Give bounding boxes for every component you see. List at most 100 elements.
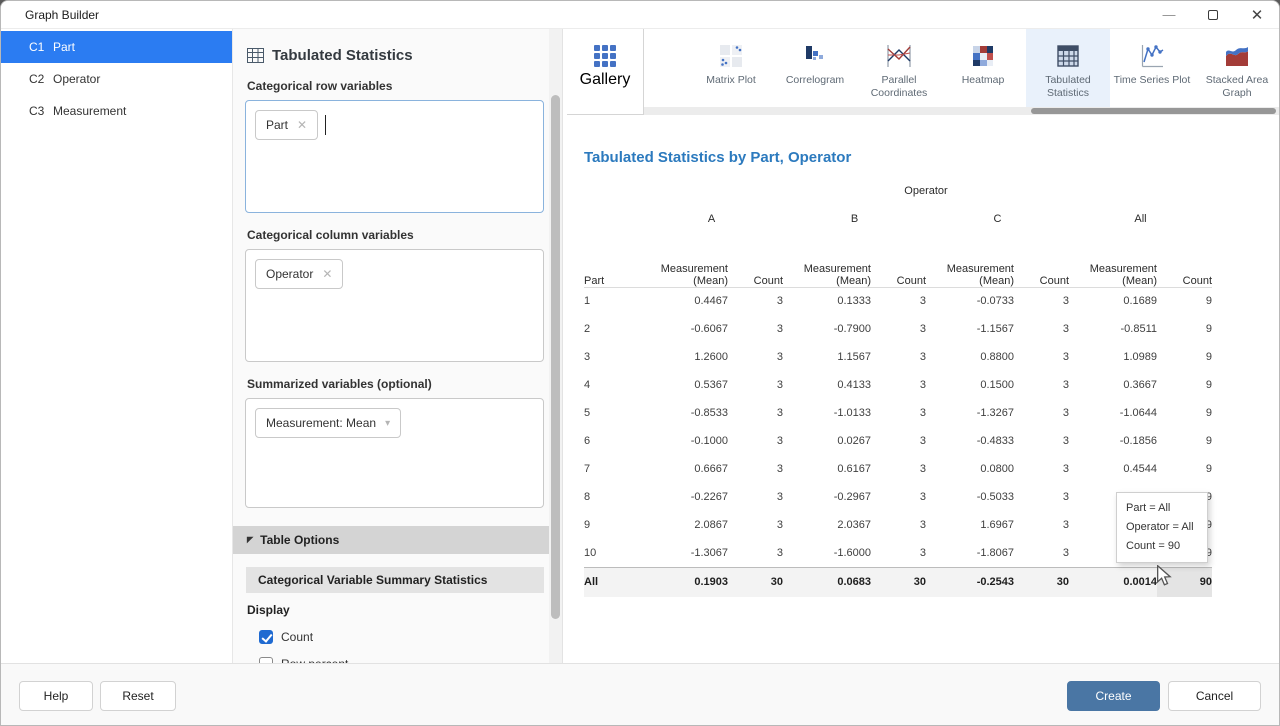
value-cell[interactable]: 9 [1157,287,1212,315]
row-label-cell[interactable]: All [584,567,640,597]
value-cell[interactable]: -1.0133 [783,399,871,427]
row-label-cell[interactable]: 3 [584,343,640,371]
row-label-cell[interactable]: 4 [584,371,640,399]
value-cell[interactable]: 3 [871,371,926,399]
value-cell[interactable]: 0.0014 [1069,567,1157,597]
row-label-cell[interactable]: 5 [584,399,640,427]
value-cell[interactable]: 9 [1157,343,1212,371]
value-cell[interactable]: -1.0644 [1069,399,1157,427]
value-cell[interactable]: 3 [728,483,783,511]
value-cell[interactable]: -0.7900 [783,315,871,343]
row-label-cell[interactable]: 9 [584,511,640,539]
summarized-variables-input[interactable]: Measurement: Mean ▾ [245,398,544,508]
value-cell[interactable]: 3 [1014,511,1069,539]
variable-chip-part[interactable]: Part ✕ [255,110,318,140]
value-cell[interactable]: 3 [1014,287,1069,315]
value-cell[interactable]: 0.1500 [926,371,1014,399]
value-cell[interactable]: -1.3267 [926,399,1014,427]
value-cell[interactable]: 0.4133 [783,371,871,399]
value-cell[interactable]: -0.6067 [640,315,728,343]
row-variables-input[interactable]: Part ✕ [245,100,544,213]
help-button[interactable]: Help [19,681,93,711]
row-label-cell[interactable]: 6 [584,427,640,455]
value-cell[interactable]: 0.6667 [640,455,728,483]
tab-matrix-plot[interactable]: Matrix Plot [689,29,773,107]
count-checkbox[interactable] [259,630,273,644]
value-cell[interactable]: -0.4833 [926,427,1014,455]
row-label-cell[interactable]: 8 [584,483,640,511]
value-cell[interactable]: 30 [1014,567,1069,597]
tab-stacked-area-graph[interactable]: Stacked Area Graph [1195,29,1279,107]
value-cell[interactable]: 3 [1014,399,1069,427]
value-cell[interactable]: -1.1567 [926,315,1014,343]
checkbox-row-row-percent[interactable]: Row percent [259,657,544,663]
value-cell[interactable]: 3 [728,343,783,371]
table-options-header[interactable]: ◤ Table Options [233,526,562,554]
maximize-button[interactable] [1191,1,1235,28]
value-cell[interactable]: 1.6967 [926,511,1014,539]
value-cell[interactable]: 0.0267 [783,427,871,455]
tab-time-series-plot[interactable]: Time Series Plot [1110,29,1194,107]
value-cell[interactable]: 3 [728,539,783,567]
tab-parallel-coordinates[interactable]: Parallel Coordinates [857,29,941,107]
panel-scrollbar[interactable] [549,29,562,663]
create-button[interactable]: Create [1067,681,1160,711]
value-cell[interactable]: -0.0733 [926,287,1014,315]
value-cell[interactable]: 2.0867 [640,511,728,539]
chevron-down-icon[interactable]: ▾ [385,418,390,429]
value-cell[interactable]: -1.6000 [783,539,871,567]
value-cell[interactable]: -0.2267 [640,483,728,511]
reset-button[interactable]: Reset [100,681,176,711]
sidebar-item-part[interactable]: C1 Part [1,31,232,63]
value-cell[interactable]: 3 [871,511,926,539]
value-cell[interactable]: 0.6167 [783,455,871,483]
value-cell[interactable]: -0.1856 [1069,427,1157,455]
value-cell[interactable]: 0.1333 [783,287,871,315]
remove-chip-icon[interactable]: ✕ [297,118,307,132]
cancel-button[interactable]: Cancel [1168,681,1261,711]
value-cell[interactable]: 9 [1157,315,1212,343]
value-cell[interactable]: 0.4544 [1069,455,1157,483]
value-cell[interactable]: 3 [1014,539,1069,567]
minimize-button[interactable]: — [1147,1,1191,28]
tab-gallery[interactable]: Gallery [567,29,644,115]
value-cell[interactable]: -0.2543 [926,567,1014,597]
value-cell[interactable]: 3 [1014,343,1069,371]
variable-chip-operator[interactable]: Operator ✕ [255,259,343,289]
value-cell[interactable]: 3 [871,455,926,483]
value-cell[interactable]: 9 [1157,399,1212,427]
value-cell[interactable]: 0.1903 [640,567,728,597]
value-cell[interactable]: 9 [1157,371,1212,399]
value-cell[interactable]: -0.2967 [783,483,871,511]
row-label-cell[interactable]: 10 [584,539,640,567]
value-cell[interactable]: 3 [1014,371,1069,399]
value-cell[interactable]: -1.3067 [640,539,728,567]
row-label-cell[interactable]: 2 [584,315,640,343]
value-cell[interactable]: 3 [728,371,783,399]
value-cell[interactable]: 1.1567 [783,343,871,371]
value-cell[interactable]: 3 [871,427,926,455]
gallery-scrollbar-thumb[interactable] [1031,108,1276,114]
value-cell[interactable]: -0.8511 [1069,315,1157,343]
value-cell[interactable]: 3 [871,343,926,371]
value-cell[interactable]: 0.0683 [783,567,871,597]
sidebar-item-measurement[interactable]: C3 Measurement [1,95,232,127]
value-cell[interactable]: 0.3667 [1069,371,1157,399]
value-cell[interactable]: -0.8533 [640,399,728,427]
row-label-cell[interactable]: 1 [584,287,640,315]
value-cell[interactable]: 3 [728,427,783,455]
value-cell[interactable]: 30 [871,567,926,597]
row-percent-checkbox[interactable] [259,657,273,663]
value-cell[interactable]: 3 [1014,483,1069,511]
value-cell[interactable]: 2.0367 [783,511,871,539]
row-label-cell[interactable]: 7 [584,455,640,483]
value-cell[interactable]: 3 [871,287,926,315]
value-cell[interactable]: 3 [728,511,783,539]
value-cell[interactable]: 3 [871,539,926,567]
value-cell[interactable]: 3 [728,455,783,483]
value-cell[interactable]: 30 [728,567,783,597]
value-cell[interactable]: 3 [1014,427,1069,455]
value-cell[interactable]: 1.2600 [640,343,728,371]
panel-scrollbar-thumb[interactable] [551,95,560,619]
value-cell[interactable]: 0.8800 [926,343,1014,371]
